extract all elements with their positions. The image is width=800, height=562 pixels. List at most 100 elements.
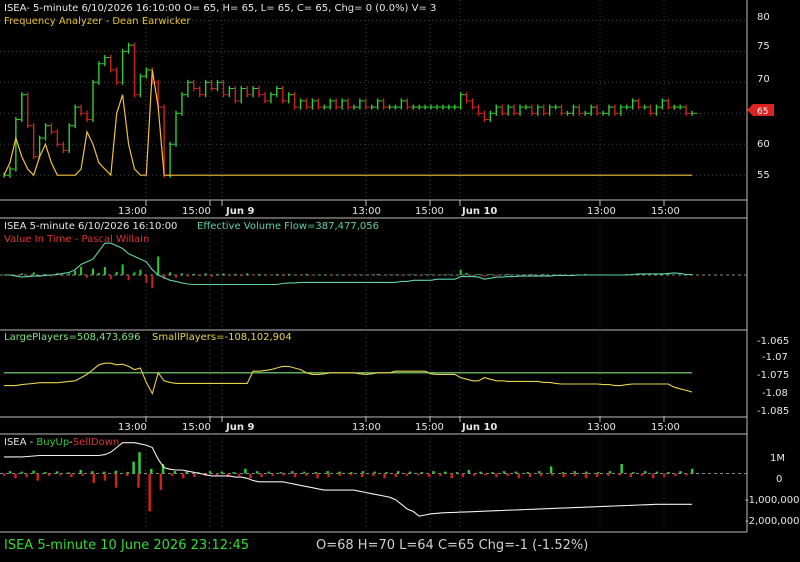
buy-up-bar [91, 471, 94, 474]
sell-down-bar [92, 473, 95, 483]
sell-down-bar [618, 473, 621, 476]
sell-down-bar [181, 473, 185, 479]
time-label: 15:00 [182, 422, 211, 433]
sell-down-bar [595, 473, 599, 478]
sell-down-bar [271, 473, 274, 476]
last-price-value: 65 [757, 107, 768, 117]
time-label: 15:00 [651, 206, 680, 217]
buy-up-bar [314, 472, 318, 474]
buy-up-bar [643, 471, 647, 474]
sell-down-bar [3, 473, 6, 476]
sell-down-bar [394, 473, 398, 478]
buy-up-bar [44, 472, 47, 474]
buy-up-bar [491, 472, 494, 474]
buy-up-bar [185, 471, 188, 474]
buy-up-bar [667, 472, 670, 474]
buy-up-bar [132, 461, 135, 474]
sell-down-label: SellDown [73, 437, 119, 448]
sell-down-bar [360, 473, 364, 478]
sell-down-bar [14, 473, 17, 479]
buy-up-bar [150, 468, 153, 474]
sell-down-bar [439, 473, 442, 476]
sell-down-bar [305, 473, 308, 476]
buysell-tick: -1,000,000 [745, 495, 800, 506]
sell-down-bar [327, 473, 330, 478]
buy-up-bar [596, 472, 600, 474]
sell-down-bar [562, 473, 565, 478]
time-label: Jun 10 [461, 422, 497, 433]
buy-up-bar [691, 468, 694, 474]
time-label: 15:00 [415, 422, 444, 433]
buysell-tick: -2,000,000 [745, 516, 800, 527]
buy-up-bar [444, 471, 447, 474]
time-label: 13:00 [352, 206, 381, 217]
status-symbol-time: ISEA 5-minute 10 June 2026 23:12:45 [4, 538, 249, 553]
sell-down-bar [584, 473, 588, 479]
sell-down-bar [36, 473, 40, 481]
buy-up-bar [502, 471, 506, 474]
sell-down-bar [25, 473, 28, 478]
sell-down-bar [126, 473, 129, 476]
time-label: Jun 9 [225, 206, 254, 217]
time-label: Jun 9 [225, 422, 254, 433]
sell-down-bar [215, 473, 219, 476]
sell-down-bar [674, 473, 677, 476]
flow-header: ISEA 5-minute 6/10/2026 16:10:00 [4, 221, 177, 232]
buy-up-bar [8, 471, 12, 474]
sell-down-bar [539, 473, 543, 476]
buy-up-bar [338, 471, 341, 474]
buy-up-bar [396, 471, 400, 474]
time-label: 15:00 [182, 206, 211, 217]
buy-up-bar [55, 471, 59, 474]
buy-up-bar [138, 452, 141, 474]
sell-down-bar [472, 473, 476, 476]
sell-down-bar [506, 473, 509, 476]
sell-down-bar [338, 473, 342, 476]
buysell-tick: 1M [770, 453, 785, 464]
stock-chart[interactable]: ISEA- 5-minute 6/10/2026 16:10:00 O= 65,… [0, 0, 800, 562]
buy-up-bar [32, 470, 35, 474]
small-players-label: SmallPlayers=-108,102,904 [152, 332, 292, 343]
sell-down-bar [629, 473, 632, 478]
effective-volume-flow-label: Effective Volume Flow=387,477,056 [197, 221, 379, 232]
sell-down-bar [159, 473, 163, 491]
large-players-label: LargePlayers=508,473,696 [4, 332, 140, 343]
sell-down-bar [137, 473, 140, 488]
price-tick: 55 [757, 170, 770, 181]
buy-up-bar [420, 472, 424, 474]
sell-down-bar [193, 473, 196, 478]
buy-up-bar [408, 471, 412, 474]
buy-up-bar [479, 471, 482, 474]
buy-up-bar [455, 472, 459, 474]
status-ohlc: O=68 H=70 L=64 C=65 Chg=-1 (-1.52%) [316, 538, 588, 553]
buy-sell-title: ISEA - BuyUp-SellDown [4, 437, 119, 448]
buy-up-bar [220, 471, 224, 474]
buy-up-bar [349, 472, 353, 474]
buy-up-bar [79, 469, 82, 474]
buy-up-bar [361, 471, 365, 474]
sell-down-bar [651, 473, 655, 479]
sell-down-bar [640, 473, 644, 476]
buy-up-bar [467, 469, 471, 474]
buy-up-bar [326, 471, 329, 474]
buy-up-bar [432, 471, 435, 474]
sell-down-bar [103, 473, 107, 481]
sell-down-bar [573, 473, 577, 476]
time-label: 13:00 [118, 422, 147, 433]
buy-up-bar [538, 471, 541, 474]
sell-down-bar [81, 473, 84, 476]
buy-up-bar [514, 471, 518, 474]
buy-up-bar [279, 472, 282, 474]
sell-down-bar [349, 473, 353, 476]
buysell-tick: 0 [776, 474, 782, 485]
sell-down-bar [282, 473, 286, 476]
buy-up-label: BuyUp [36, 437, 69, 448]
sell-down-bar [260, 473, 263, 478]
players-tick: -1.07 [762, 352, 788, 363]
buy-up-bar [173, 471, 177, 474]
sell-down-bar [428, 473, 431, 478]
time-label: Jun 10 [461, 206, 497, 217]
buy-up-bar [126, 472, 129, 474]
sell-down-bar [383, 473, 386, 479]
sell-down-bar [226, 473, 230, 478]
